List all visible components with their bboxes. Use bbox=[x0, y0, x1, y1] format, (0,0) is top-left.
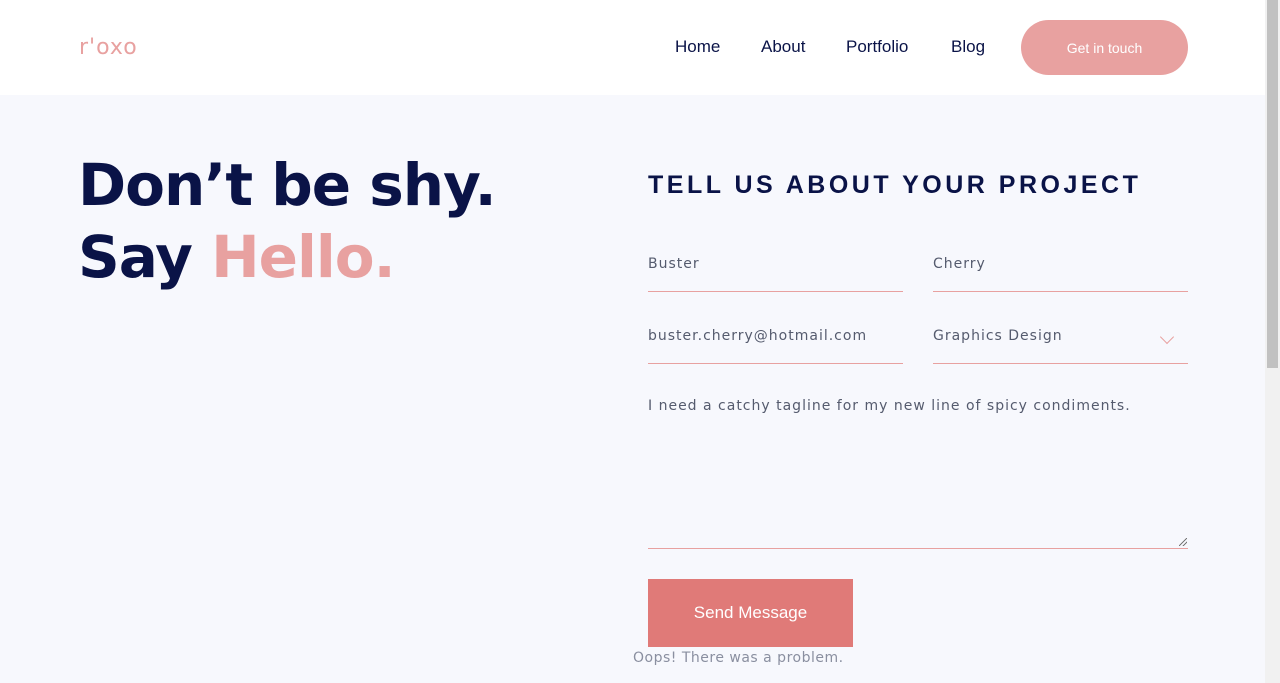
scrollbar-thumb[interactable] bbox=[1267, 0, 1278, 368]
last-name-field[interactable]: Cherry bbox=[933, 248, 1188, 292]
nav-blog[interactable]: Blog bbox=[951, 36, 985, 58]
service-value: Graphics Design bbox=[933, 328, 1063, 344]
resize-handle-icon[interactable] bbox=[1179, 538, 1187, 546]
message-value: I need a catchy tagline for my new line … bbox=[648, 398, 1131, 414]
first-name-field[interactable]: Buster bbox=[648, 248, 903, 292]
message-textarea[interactable]: I need a catchy tagline for my new line … bbox=[648, 390, 1188, 549]
hero-hello: Hello. bbox=[211, 223, 396, 291]
logo[interactable]: r'oxo bbox=[79, 36, 138, 60]
email-value: buster.cherry@hotmail.com bbox=[648, 328, 868, 344]
chevron-down-icon bbox=[1159, 329, 1175, 345]
email-field[interactable]: buster.cherry@hotmail.com bbox=[648, 320, 903, 364]
hero-heading-line1: Don’t be shy. bbox=[78, 151, 497, 219]
first-name-value: Buster bbox=[648, 256, 700, 272]
service-select[interactable]: Graphics Design bbox=[933, 320, 1188, 364]
last-name-value: Cherry bbox=[933, 256, 986, 272]
send-message-button[interactable]: Send Message bbox=[648, 579, 853, 647]
nav-about[interactable]: About bbox=[761, 36, 805, 58]
form-title: TELL US ABOUT YOUR PROJECT bbox=[648, 171, 1142, 199]
site-header: r'oxo Home About Portfolio Blog Get in t… bbox=[0, 0, 1265, 95]
get-in-touch-button[interactable]: Get in touch bbox=[1021, 20, 1188, 75]
form-error-message: Oops! There was a problem. bbox=[633, 650, 844, 666]
nav-portfolio[interactable]: Portfolio bbox=[846, 36, 908, 58]
hero-say: Say bbox=[78, 223, 212, 291]
nav-home[interactable]: Home bbox=[675, 36, 720, 58]
hero-heading-line2: Say Hello. bbox=[78, 222, 396, 292]
